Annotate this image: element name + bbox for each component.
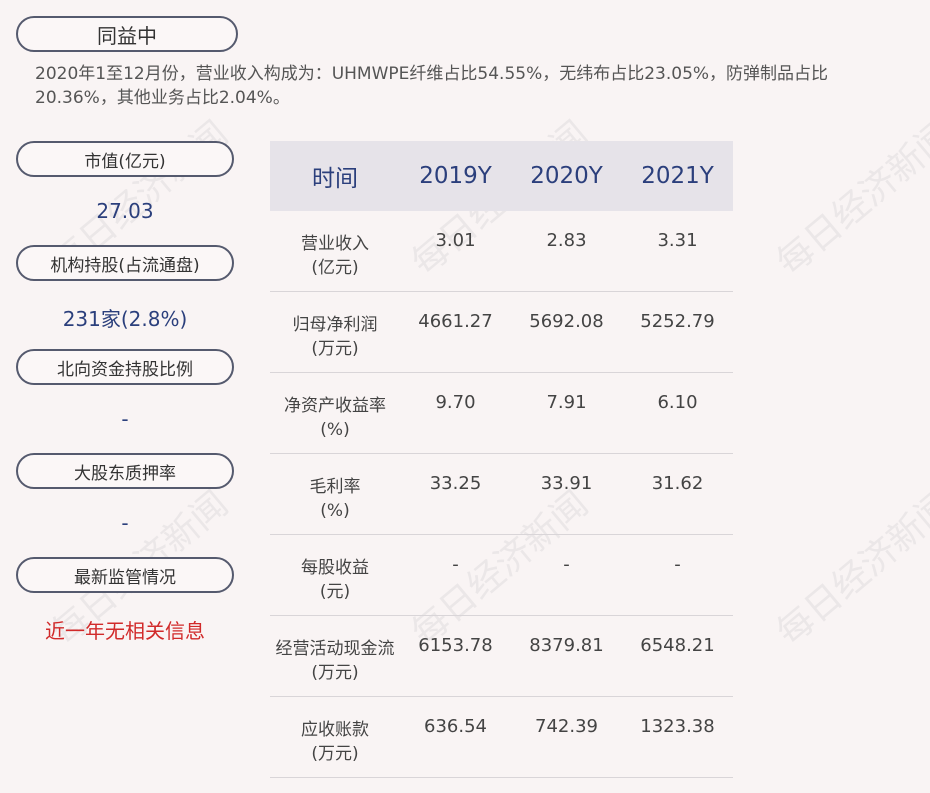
- table-cell: 3.31: [657, 230, 698, 251]
- watermark: 每日经济新闻: [769, 483, 930, 654]
- table-cell: 33.91: [540, 473, 593, 494]
- northbound-holding-value: -: [121, 407, 129, 431]
- table-row: 净资产收益率 (%) 9.70 7.91 6.10: [270, 373, 733, 454]
- row-label: 毛利率 (%): [309, 477, 361, 521]
- table-cell: -: [674, 554, 681, 575]
- row-label: 归母净利润 (万元): [292, 315, 378, 359]
- table-row: 毛利率 (%) 33.25 33.91 31.62: [270, 454, 733, 535]
- header-time: 时间: [312, 166, 358, 192]
- table-cell: -: [452, 554, 459, 575]
- row-label: 经营活动现金流 (万元): [275, 639, 395, 683]
- table-cell: 1323.38: [640, 716, 715, 737]
- northbound-holding-label: 北向资金持股比例: [16, 349, 234, 385]
- table-cell: 33.25: [429, 473, 482, 494]
- table-row: 归母净利润 (万元) 4661.27 5692.08 5252.79: [270, 292, 733, 373]
- table-cell: 5252.79: [640, 311, 715, 332]
- company-name: 同益中: [16, 16, 238, 52]
- financial-table: 时间 2019Y 2020Y 2021Y 营业收入 (亿元) 3.01 2.83 …: [270, 141, 733, 778]
- pledge-rate-label: 大股东质押率: [16, 453, 234, 489]
- table-row: 应收账款 (万元) 636.54 742.39 1323.38: [270, 697, 733, 778]
- table-header: 时间 2019Y 2020Y 2021Y: [270, 141, 733, 211]
- table-cell: 6.10: [657, 392, 698, 413]
- table-row: 营业收入 (亿元) 3.01 2.83 3.31: [270, 211, 733, 292]
- institution-holding-label: 机构持股(占流通盘): [16, 245, 234, 281]
- header-year: 2021Y: [641, 163, 714, 189]
- table-cell: 6153.78: [418, 635, 493, 656]
- table-cell: 2.83: [546, 230, 587, 251]
- market-cap-label: 市值(亿元): [16, 141, 234, 177]
- row-label: 净资产收益率 (%): [284, 396, 386, 440]
- regulatory-value: 近一年无相关信息: [45, 619, 205, 643]
- regulatory-label: 最新监管情况: [16, 557, 234, 593]
- table-cell: 7.91: [546, 392, 587, 413]
- institution-holding-value: 231家(2.8%): [62, 307, 188, 331]
- table-row: 经营活动现金流 (万元) 6153.78 8379.81 6548.21: [270, 616, 733, 697]
- table-cell: 3.01: [435, 230, 476, 251]
- revenue-summary: 2020年1至12月份，营业收入构成为：UHMWPE纤维占比54.55%，无纬布…: [35, 64, 829, 108]
- table-cell: 8379.81: [529, 635, 604, 656]
- market-cap-value: 27.03: [96, 199, 154, 223]
- row-label: 每股收益 (元): [301, 558, 369, 602]
- table-cell: 9.70: [435, 392, 476, 413]
- header-year: 2019Y: [419, 163, 492, 189]
- header-year: 2020Y: [530, 163, 603, 189]
- table-cell: 742.39: [535, 716, 598, 737]
- row-label: 营业收入 (亿元): [301, 234, 369, 278]
- watermark: 每日经济新闻: [769, 113, 930, 284]
- pledge-rate-value: -: [121, 511, 129, 535]
- table-cell: 6548.21: [640, 635, 715, 656]
- table-cell: 31.62: [651, 473, 704, 494]
- table-cell: 5692.08: [529, 311, 604, 332]
- row-label: 应收账款 (万元): [301, 720, 369, 764]
- table-cell: -: [563, 554, 570, 575]
- table-cell: 636.54: [424, 716, 487, 737]
- table-cell: 4661.27: [418, 311, 493, 332]
- table-row: 每股收益 (元) - - -: [270, 535, 733, 616]
